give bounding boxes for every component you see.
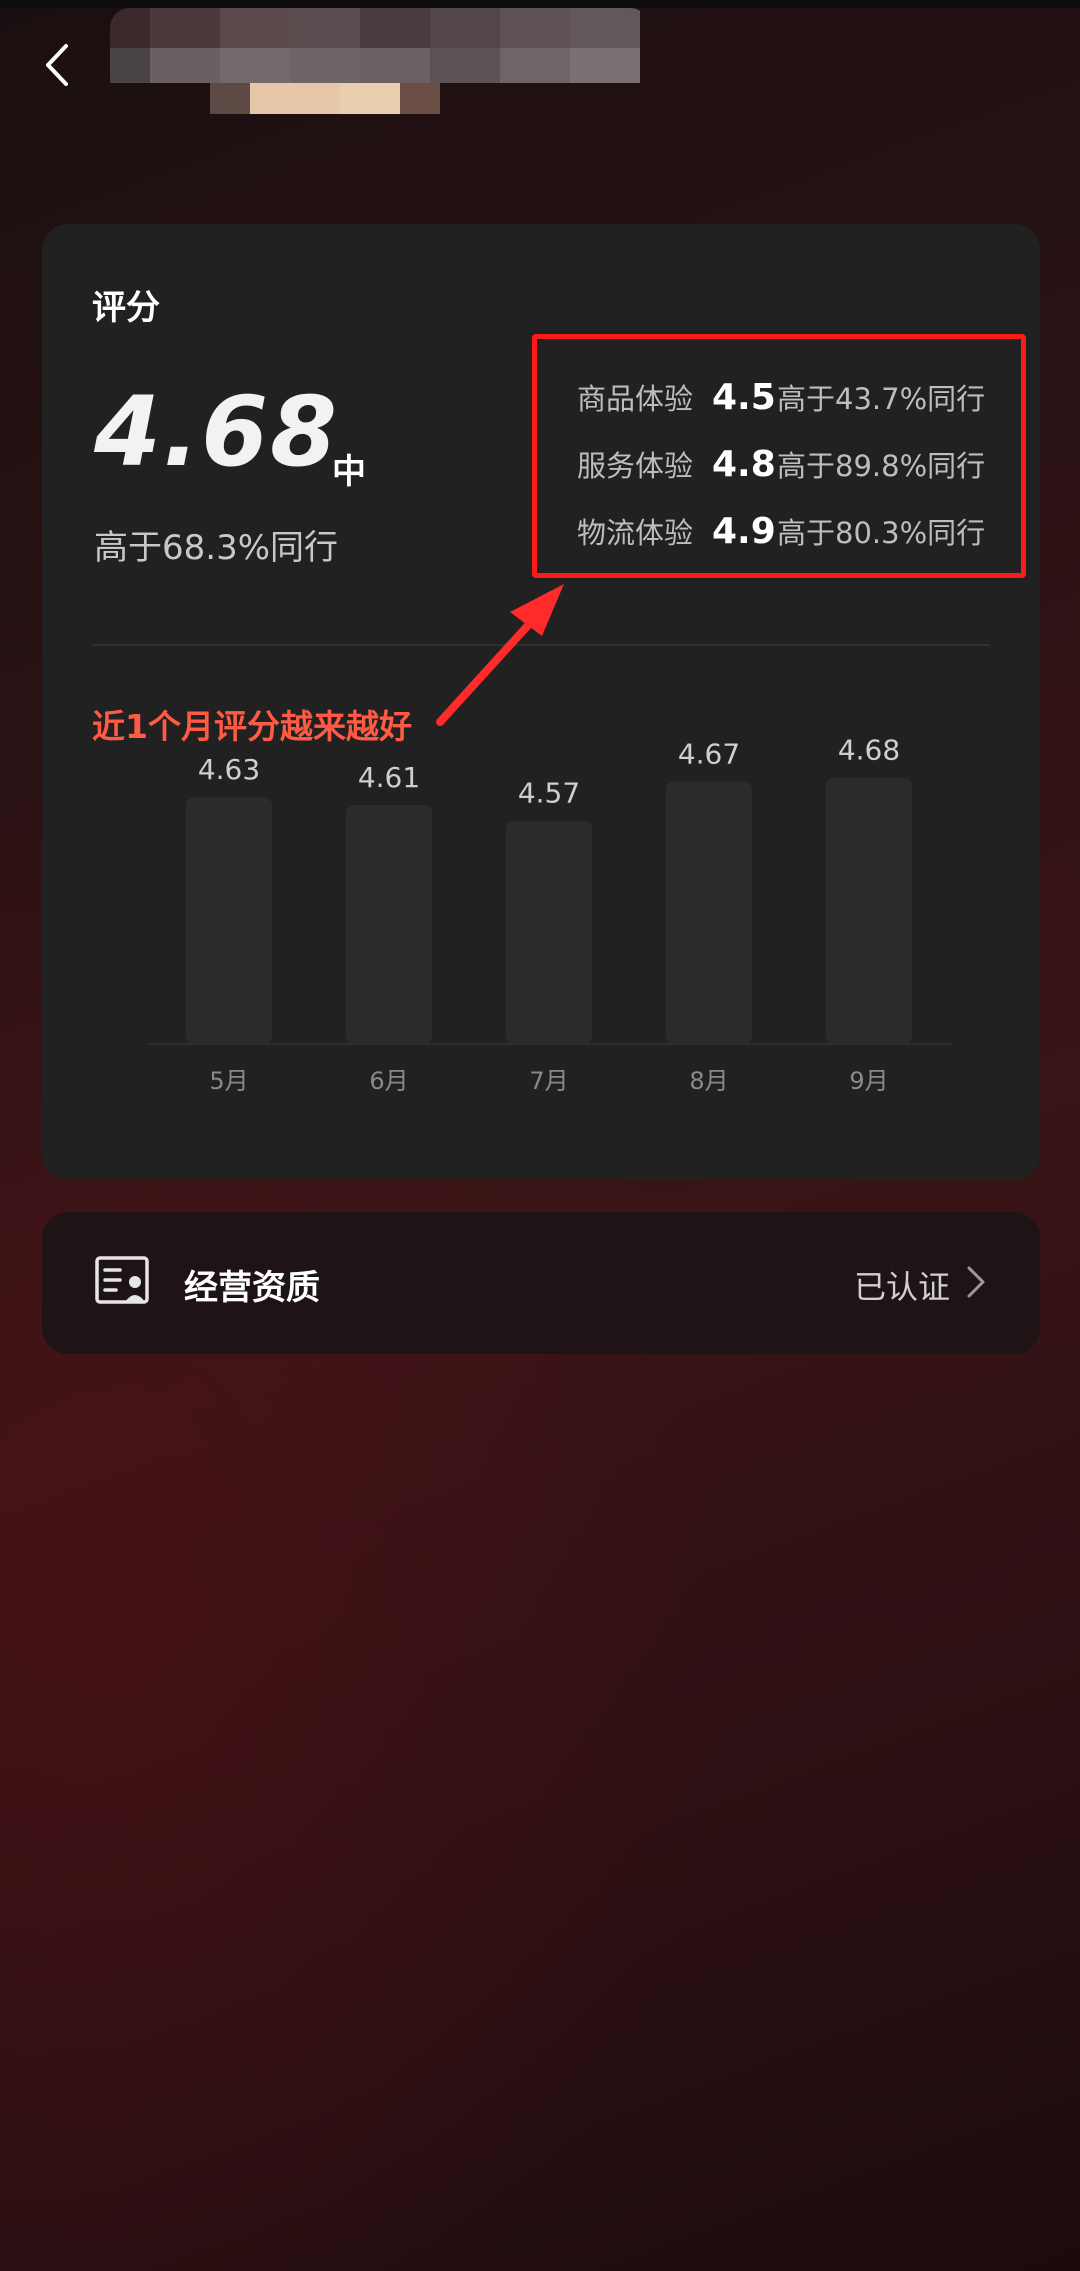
sub-score-label: 服务体验 — [577, 449, 694, 483]
chart-bar — [826, 777, 912, 1044]
chart-bar — [186, 797, 272, 1044]
chevron-right-icon — [967, 1266, 985, 1298]
chart-category-label: 9月 — [849, 1067, 888, 1095]
score-level: 中 — [332, 452, 366, 492]
card-title: 评分 — [92, 288, 160, 328]
sub-score-value: 4.5 — [712, 376, 776, 418]
chevron-left-icon — [46, 44, 68, 86]
qualification-row[interactable]: 经营资质 已认证 — [42, 1212, 1040, 1354]
divider — [92, 644, 990, 646]
sub-score-row-logistics: 物流体验 4.9 高于80.3%同行 — [537, 501, 1021, 561]
back-button[interactable] — [30, 30, 84, 100]
sub-score-value: 4.8 — [712, 443, 776, 485]
overall-score: 4.68 — [94, 376, 339, 488]
chart-bar — [506, 820, 592, 1044]
chart-value-label: 4.61 — [358, 761, 420, 794]
qualification-status: 已认证 — [853, 1268, 950, 1306]
chart-category-label: 7月 — [529, 1067, 568, 1095]
score-card: 评分 4.68 中 高于68.3%同行 商品体验 4.5 高于43.7%同行 服… — [42, 224, 1040, 1180]
qualification-label: 经营资质 — [184, 1268, 320, 1308]
sub-score-row-service: 服务体验 4.8 高于89.8%同行 — [537, 434, 1021, 494]
sub-score-percentile: 高于80.3%同行 — [777, 516, 986, 550]
chart-value-label: 4.67 — [678, 737, 740, 770]
sub-score-value: 4.9 — [712, 510, 776, 552]
shop-name-blurred — [110, 8, 650, 114]
monthly-score-chart: 4.63 5月 4.61 6月 4.57 7月 4.67 8月 4.68 9月 — [147, 734, 952, 1095]
sub-score-percentile: 高于89.8%同行 — [777, 449, 986, 483]
certificate-icon — [95, 1256, 149, 1304]
chart-bar — [666, 781, 752, 1044]
chart-value-label: 4.68 — [838, 734, 900, 767]
sub-score-label: 物流体验 — [577, 516, 694, 550]
sub-scores-highlight: 商品体验 4.5 高于43.7%同行 服务体验 4.8 高于89.8%同行 物流… — [532, 334, 1026, 578]
overall-percentile: 高于68.3%同行 — [94, 528, 339, 568]
sub-score-row-product: 商品体验 4.5 高于43.7%同行 — [537, 367, 1021, 427]
chart-category-label: 8月 — [689, 1067, 728, 1095]
sub-score-label: 商品体验 — [577, 382, 694, 416]
chart-bar — [346, 804, 432, 1044]
sub-score-percentile: 高于43.7%同行 — [777, 382, 986, 416]
status-bar — [0, 0, 1080, 8]
chart-category-label: 6月 — [369, 1067, 408, 1095]
chart-value-label: 4.63 — [198, 753, 260, 786]
chart-value-label: 4.57 — [518, 777, 580, 810]
chart-category-label: 5月 — [209, 1067, 248, 1095]
